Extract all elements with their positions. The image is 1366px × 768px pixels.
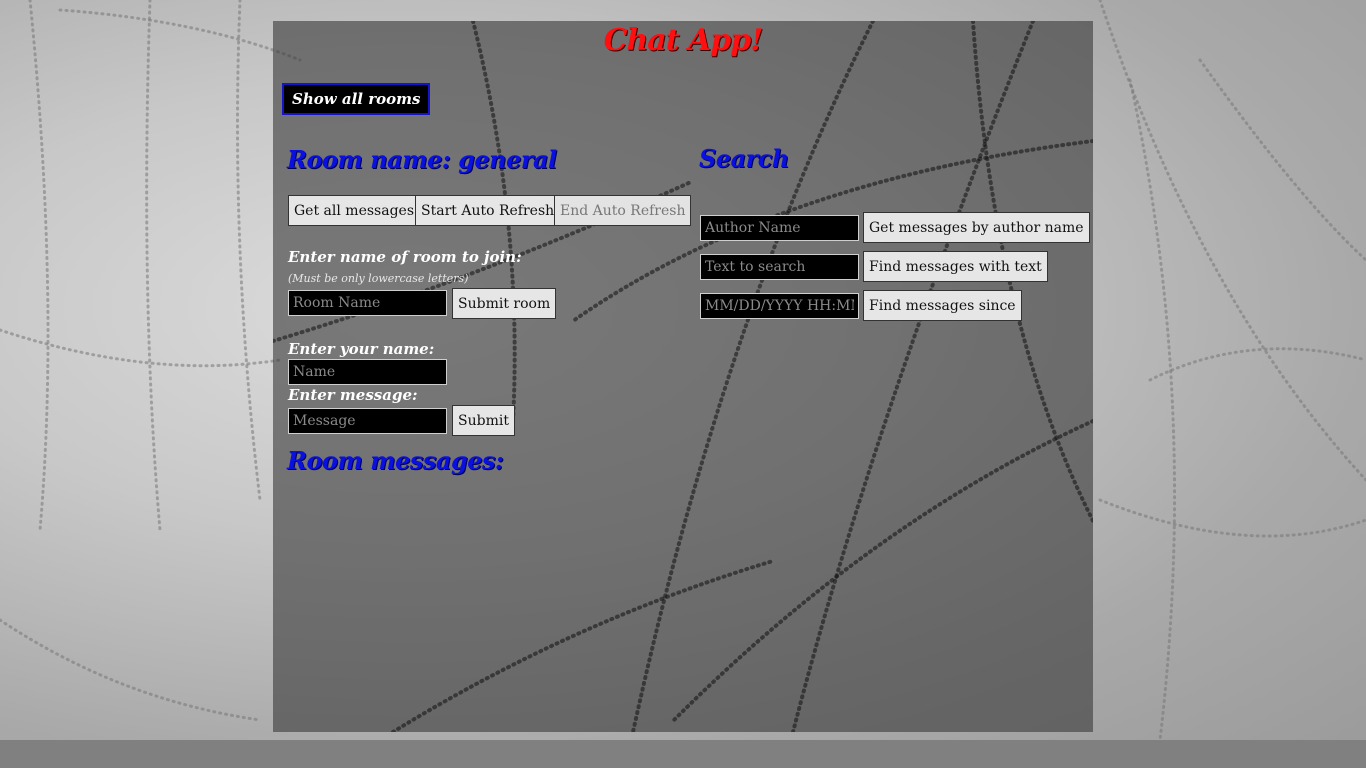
author-name-input[interactable] <box>700 215 859 241</box>
search-heading: Search <box>699 144 789 173</box>
start-auto-refresh-button[interactable]: Start Auto Refresh <box>415 195 561 226</box>
show-all-rooms-button[interactable]: Show all rooms <box>282 83 431 115</box>
submit-message-button[interactable]: Submit <box>452 405 515 436</box>
find-messages-since-button[interactable]: Find messages since <box>863 290 1022 321</box>
main-panel: Chat App! Show all rooms Room name: gene… <box>273 21 1093 732</box>
room-messages-heading: Room messages: <box>287 446 504 475</box>
your-name-label: Enter your name: <box>288 340 435 358</box>
name-input[interactable] <box>288 359 447 385</box>
app-title: Chat App! <box>603 23 764 58</box>
room-name-heading: Room name: general <box>287 145 557 174</box>
bottom-bar <box>0 740 1366 768</box>
message-label: Enter message: <box>288 386 418 404</box>
search-text-input[interactable] <box>700 254 859 280</box>
get-all-messages-button[interactable]: Get all messages <box>288 195 421 226</box>
join-room-hint: (Must be only lowercase letters) <box>288 272 469 285</box>
get-messages-by-author-button[interactable]: Get messages by author name <box>863 212 1090 243</box>
message-input[interactable] <box>288 408 447 434</box>
date-input[interactable] <box>700 293 859 319</box>
submit-room-button[interactable]: Submit room <box>452 288 557 319</box>
find-messages-with-text-button[interactable]: Find messages with text <box>863 251 1048 282</box>
room-name-input[interactable] <box>288 290 447 316</box>
end-auto-refresh-button[interactable]: End Auto Refresh <box>554 195 692 226</box>
join-room-label: Enter name of room to join: <box>288 248 522 266</box>
